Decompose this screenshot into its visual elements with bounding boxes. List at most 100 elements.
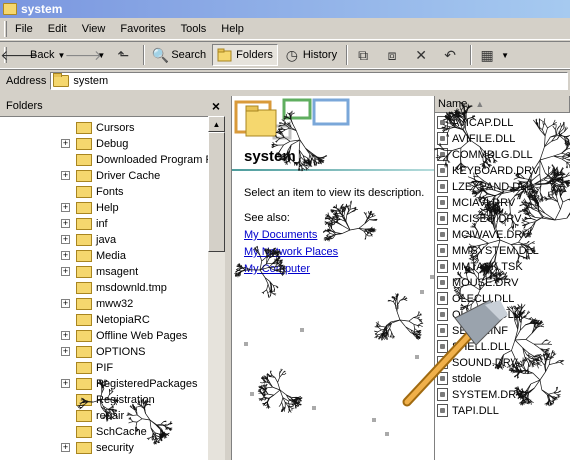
pane-splitter[interactable] xyxy=(226,96,230,460)
forward-button[interactable]: 🡒 ▼ xyxy=(65,44,109,66)
file-item[interactable]: OLESVR.DLL xyxy=(437,306,520,323)
tree-item[interactable]: repair xyxy=(0,408,124,424)
file-item[interactable]: MMTASK.TSK xyxy=(437,258,523,275)
search-button[interactable]: 🔍 Search xyxy=(148,44,210,66)
file-item[interactable]: LZEXPAND.DLL xyxy=(437,178,533,195)
expand-icon[interactable]: + xyxy=(61,219,70,228)
file-item[interactable]: MCIWAVE.DRV xyxy=(437,226,529,243)
views-button[interactable]: ▦ ▼ xyxy=(475,44,513,66)
expand-icon[interactable]: + xyxy=(61,267,70,276)
link-my-documents[interactable]: My Documents xyxy=(244,229,317,241)
history-icon: ◷ xyxy=(285,46,298,63)
views-dropdown-icon[interactable]: ▼ xyxy=(501,51,509,60)
scroll-up-icon[interactable]: ▲ xyxy=(208,116,225,132)
folder-icon xyxy=(76,362,92,374)
tree-item-label: msagent xyxy=(96,266,139,278)
forward-dropdown-icon[interactable]: ▼ xyxy=(97,51,105,60)
file-item[interactable]: MMSYSTEM.DLL xyxy=(437,242,539,259)
expand-icon[interactable]: + xyxy=(61,235,70,244)
tree-item[interactable]: + RegisteredPackages xyxy=(0,376,198,392)
folder-tree[interactable]: Cursors + Debug Downloaded Program F + Driver… xyxy=(0,116,208,460)
file-item[interactable]: MOUSE.DRV xyxy=(437,274,518,291)
folder-icon xyxy=(76,154,92,166)
tree-item[interactable]: Cursors xyxy=(0,120,135,136)
file-item[interactable]: COMMDLG.DLL xyxy=(437,146,533,163)
tree-item[interactable]: + Offline Web Pages xyxy=(0,328,187,344)
file-list[interactable]: Name ▲ AVICAP.DLL AVIFILE.DLL COMMDLG.DLL K… xyxy=(434,96,570,460)
menu-view[interactable]: View xyxy=(74,23,113,35)
expand-icon[interactable]: + xyxy=(61,139,70,148)
file-item[interactable]: SOUND.DRV xyxy=(437,354,518,371)
close-icon[interactable]: × xyxy=(212,98,220,114)
expand-icon[interactable]: + xyxy=(61,299,70,308)
history-button[interactable]: ◷ History xyxy=(280,44,341,66)
file-name: SYSTEM.DRV xyxy=(452,388,524,401)
expand-icon[interactable]: + xyxy=(61,379,70,388)
folders-pane-header: Folders × xyxy=(0,96,226,116)
back-button[interactable]: 🡐 Back ▼ xyxy=(0,44,69,66)
menu-favorites[interactable]: Favorites xyxy=(112,23,172,35)
expand-icon[interactable]: + xyxy=(61,171,70,180)
tree-item[interactable]: + Driver Cache xyxy=(0,168,160,184)
menu-file[interactable]: File xyxy=(7,23,40,35)
tree-item[interactable]: + OPTIONS xyxy=(0,344,146,360)
tree-item[interactable]: + Help xyxy=(0,200,119,216)
scroll-thumb[interactable] xyxy=(208,132,225,252)
undo-button[interactable]: ↶ xyxy=(438,44,465,66)
move-to-button[interactable]: ⧉ xyxy=(351,44,378,66)
search-label: Search xyxy=(171,49,207,61)
tree-item-label: msdownld.tmp xyxy=(96,282,167,294)
tree-item[interactable]: + java xyxy=(0,232,116,248)
folder-icon xyxy=(76,330,92,342)
search-icon: 🔍 xyxy=(151,46,170,63)
up-button[interactable]: ⬑ xyxy=(111,44,138,66)
tree-item[interactable]: + mww32 xyxy=(0,296,133,312)
delete-button[interactable]: ✕ xyxy=(409,44,436,66)
address-field[interactable]: system xyxy=(50,71,568,90)
file-item[interactable]: AVIFILE.DLL xyxy=(437,130,515,147)
expand-icon[interactable]: + xyxy=(61,251,70,260)
tree-item[interactable]: + Debug xyxy=(0,136,128,152)
tree-item[interactable]: + Media xyxy=(0,248,126,264)
tree-item[interactable]: + msagent xyxy=(0,264,138,280)
tree-item[interactable]: SchCache xyxy=(0,424,147,440)
tree-item[interactable]: Fonts xyxy=(0,184,124,200)
expand-icon[interactable]: + xyxy=(61,443,70,452)
menu-tools[interactable]: Tools xyxy=(173,23,214,35)
folder-icon xyxy=(76,314,92,326)
expand-icon[interactable]: + xyxy=(61,347,70,356)
file-name: SOUND.DRV xyxy=(452,356,518,369)
folders-button[interactable]: Folders xyxy=(212,44,278,66)
tree-scrollbar[interactable]: ▲ xyxy=(208,116,225,460)
tree-item[interactable]: Registration xyxy=(0,392,155,408)
tree-item[interactable]: PIF xyxy=(0,360,113,376)
tree-item[interactable]: msdownld.tmp xyxy=(0,280,167,296)
file-item[interactable]: KEYBOARD.DRV xyxy=(437,162,539,179)
menu-help[interactable]: Help xyxy=(213,23,251,35)
tree-item[interactable]: + inf xyxy=(0,216,108,232)
expand-icon[interactable]: + xyxy=(61,331,70,340)
file-item[interactable]: MCIAVI.DRV xyxy=(437,194,515,211)
tree-item-label: Cursors xyxy=(96,122,135,134)
file-name: TAPI.DLL xyxy=(452,404,499,417)
file-item[interactable]: stdole xyxy=(437,370,481,387)
tree-item-label: Media xyxy=(96,250,126,262)
expand-icon[interactable]: + xyxy=(61,203,70,212)
file-item[interactable]: SETUP.INF xyxy=(437,322,508,339)
menu-edit[interactable]: Edit xyxy=(40,23,74,35)
file-item[interactable]: TAPI.DLL xyxy=(437,402,499,419)
link-my-network-places[interactable]: My Network Places xyxy=(244,246,338,258)
file-item[interactable]: SHELL.DLL xyxy=(437,338,510,355)
file-item[interactable]: MCISEQ.DRV xyxy=(437,210,521,227)
tree-item-label: NetopiaRC xyxy=(96,314,150,326)
file-item[interactable]: OLECLI.DLL xyxy=(437,290,514,307)
file-icon xyxy=(437,148,448,161)
copy-to-button[interactable]: ⧈ xyxy=(380,44,407,66)
tree-item[interactable]: NetopiaRC xyxy=(0,312,150,328)
tree-item[interactable]: + security xyxy=(0,440,134,456)
tree-item[interactable]: Downloaded Program F xyxy=(0,152,208,168)
link-my-computer[interactable]: My Computer xyxy=(244,263,310,275)
file-item[interactable]: SYSTEM.DRV xyxy=(437,386,523,403)
column-header-name[interactable]: Name ▲ xyxy=(435,96,570,113)
file-item[interactable]: AVICAP.DLL xyxy=(437,114,513,131)
